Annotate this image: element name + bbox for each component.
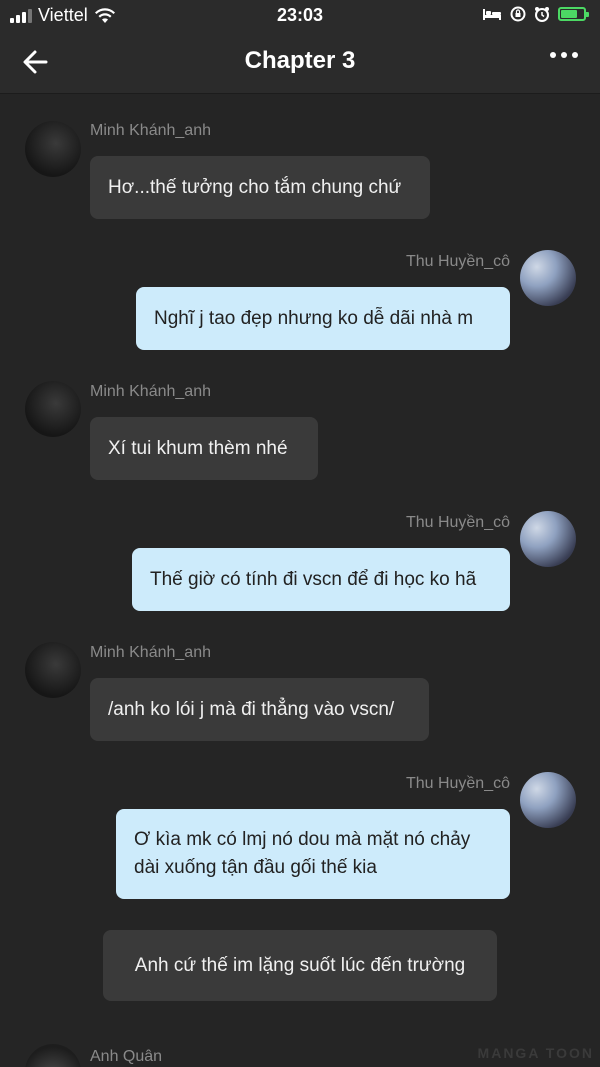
rotation-lock-icon — [510, 6, 526, 22]
message-bubble-right[interactable]: Ơ kìa mk có lmj nó dou mà mặt nó chảy dà… — [116, 809, 510, 899]
battery-icon — [558, 7, 589, 21]
avatar-minh-khanh[interactable] — [25, 121, 81, 177]
page-title: Chapter 3 — [244, 47, 356, 74]
status-bar: Viettel 23:03 — [0, 0, 600, 32]
avatar-thu-huyen[interactable] — [520, 250, 576, 306]
avatar-minh-khanh[interactable] — [25, 381, 81, 437]
sender-name: Minh Khánh_anh — [90, 383, 211, 400]
more-options-button[interactable] — [550, 52, 578, 58]
alarm-icon — [535, 7, 549, 22]
sender-name: Minh Khánh_anh — [90, 122, 211, 139]
message-bubble-left[interactable]: Xí tui khum thèm nhé — [90, 417, 318, 480]
sender-name: Thu Huyền_cô — [405, 514, 510, 531]
message-bubble-left[interactable]: Hơ...thế tưởng cho tắm chung chứ — [90, 156, 430, 219]
more-dot-icon — [572, 52, 578, 58]
sender-name: Anh Quân — [90, 1048, 163, 1065]
avatar-thu-huyen[interactable] — [520, 511, 576, 567]
more-dot-icon — [561, 52, 567, 58]
bed-icon — [483, 9, 501, 20]
avatar-minh-khanh[interactable] — [25, 642, 81, 698]
message-bubble-left[interactable]: /anh ko lói j mà đi thẳng vào vscn/ — [90, 678, 429, 741]
nav-bar: Chapter 3 — [0, 32, 600, 94]
sender-name: Minh Khánh_anh — [90, 644, 211, 661]
status-right — [482, 6, 589, 22]
avatar-thu-huyen[interactable] — [520, 772, 576, 828]
sender-name: Thu Huyền_cô — [405, 775, 510, 792]
message-bubble-right[interactable]: Nghĩ j tao đẹp nhưng ko dễ dãi nhà m — [136, 287, 510, 350]
message-bubble-right[interactable]: Thế giờ có tính đi vscn để đi học ko hã — [132, 548, 510, 611]
sender-name: Thu Huyền_cô — [405, 253, 510, 270]
avatar-anh-quan[interactable] — [25, 1044, 81, 1067]
narration-bubble[interactable]: Anh cứ thế im lặng suốt lúc đến trường — [103, 930, 497, 1001]
more-dot-icon — [550, 52, 556, 58]
watermark: MANGA TOON — [477, 1045, 594, 1061]
